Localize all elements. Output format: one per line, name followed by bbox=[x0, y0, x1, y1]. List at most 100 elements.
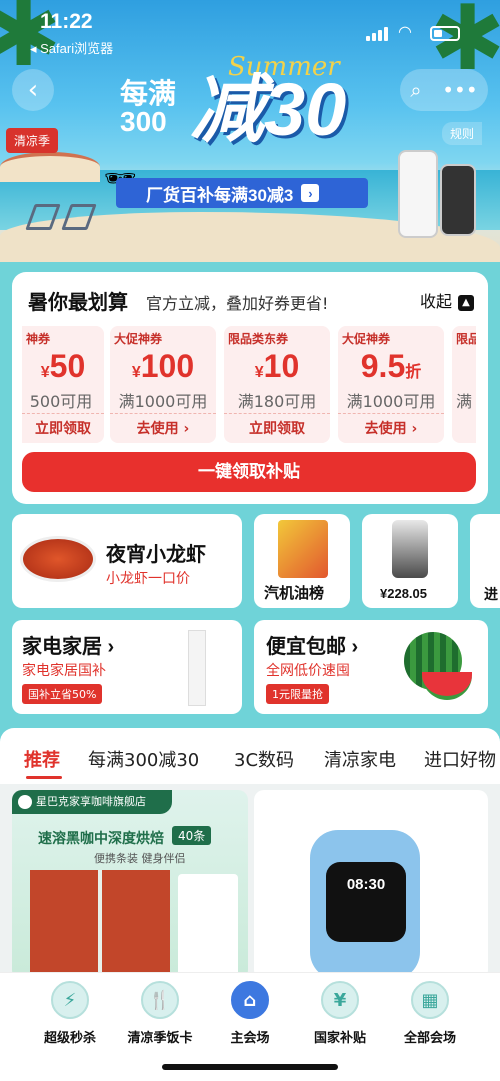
coupon-condition: 满 bbox=[456, 392, 473, 411]
cheap-shipping-card[interactable]: 便宜包邮 › 全网低价速囤 1元限量抢 bbox=[254, 620, 488, 714]
card-title: 夜宵小龙虾 bbox=[106, 544, 206, 566]
nav-actions: ⌕ ••• bbox=[400, 69, 488, 111]
coupon-card[interactable]: 限品 满 bbox=[452, 326, 476, 443]
nav-label: 国家补贴 bbox=[313, 1030, 366, 1045]
coupon-action-button[interactable]: 立即领取 bbox=[224, 413, 330, 443]
nav-main-venue[interactable]: ⌂ 主会场 bbox=[208, 981, 292, 1046]
battery-icon bbox=[430, 26, 460, 41]
starbucks-logo-icon bbox=[18, 795, 32, 809]
crayfish-card[interactable]: 夜宵小龙虾 小龙虾一口价 bbox=[12, 514, 242, 608]
air-conditioner-image bbox=[188, 630, 206, 706]
nav-label: 主会场 bbox=[230, 1030, 270, 1045]
coupon-action-button[interactable]: 去使用 › bbox=[110, 413, 216, 443]
tab-imported[interactable]: 进口好物 bbox=[424, 746, 496, 772]
coupon-tag: 限品 bbox=[456, 332, 476, 346]
claim-all-button[interactable]: 一键领取补贴 bbox=[22, 452, 476, 492]
coupon-tag: 大促神券 bbox=[342, 332, 391, 346]
more-card[interactable]: 进 bbox=[470, 514, 500, 608]
discount-badge: 1元限量抢 bbox=[266, 684, 329, 704]
product-feed: 星巴克家享咖啡旗舰店 速溶黑咖中深度烘焙 40条 便携条装 健身伴侣 08:30 bbox=[0, 784, 500, 984]
coupon-condition: 满180可用 bbox=[237, 392, 317, 411]
coupon-tag: 限品类东券 bbox=[228, 332, 289, 346]
beach-umbrella bbox=[0, 152, 100, 182]
product-image-charger bbox=[398, 150, 438, 238]
oil-image bbox=[278, 520, 328, 578]
nav-flash-sale[interactable]: ⚡ 超级秒杀 bbox=[28, 981, 112, 1046]
coupon-amount: 10 bbox=[263, 348, 300, 384]
tab-cool-appliances[interactable]: 清凉家电 bbox=[324, 746, 396, 772]
category-tabs: 推荐 每满300减30 3C数码 清凉家电 进口好物 bbox=[0, 728, 500, 784]
nav-meal-card[interactable]: 🍴 清凉季饭卡 bbox=[118, 981, 202, 1046]
coupon-action-button[interactable]: 立即领取 bbox=[22, 413, 104, 443]
product-subtitle: 便携条装 健身伴侣 bbox=[94, 852, 186, 865]
gift-image bbox=[178, 874, 238, 980]
tab-3c[interactable]: 3C数码 bbox=[234, 746, 294, 772]
tab-discount[interactable]: 每满300减30 bbox=[88, 746, 199, 772]
card-title: 便宜包邮 › bbox=[266, 636, 359, 658]
arrow-right-icon: › bbox=[301, 184, 320, 202]
coupon-card[interactable]: 神券 ¥50 500可用 立即领取 bbox=[22, 326, 104, 443]
tab-recommend[interactable]: 推荐 bbox=[24, 746, 60, 772]
status-time: 11:22 bbox=[40, 10, 93, 33]
promo-banner-label: 厂货百补每满30减3 bbox=[146, 185, 294, 205]
status-bar: 11:22 ◂ Safari浏览器 ◠ bbox=[0, 0, 500, 56]
coupon-amount: 100 bbox=[140, 348, 195, 384]
nav-national-subsidy[interactable]: ¥ 国家补贴 bbox=[298, 981, 382, 1046]
product-card-watch[interactable]: 08:30 bbox=[254, 790, 488, 980]
grid-icon: ▦ bbox=[411, 981, 449, 1019]
money-bag-icon: ¥ bbox=[321, 981, 359, 1019]
coupon-panel-title: 暑你最划算 bbox=[28, 292, 128, 314]
promo-banner-button[interactable]: 厂货百补每满30减3 › bbox=[116, 178, 368, 208]
blender-image bbox=[392, 520, 428, 578]
nav-label: 清凉季饭卡 bbox=[127, 1030, 193, 1045]
rules-button[interactable]: 规则 bbox=[441, 122, 482, 145]
blender-card[interactable]: ¥228.05 bbox=[362, 514, 458, 608]
back-button[interactable]: ‹ bbox=[12, 69, 54, 111]
coupon-action-button[interactable]: 去使用 › bbox=[338, 413, 444, 443]
nav-label: 全部会场 bbox=[403, 1030, 456, 1045]
coupon-card[interactable]: 大促神券 9.5折 满1000可用 去使用 › bbox=[338, 326, 444, 443]
crayfish-image bbox=[20, 536, 96, 582]
more-icon[interactable]: ••• bbox=[442, 78, 477, 102]
coupon-currency: ¥ bbox=[40, 364, 50, 381]
fork-knife-icon: 🍴 bbox=[141, 981, 179, 1019]
count-badge: 40条 bbox=[172, 826, 212, 845]
watch-screen: 08:30 bbox=[326, 862, 406, 942]
tab-indicator bbox=[26, 776, 62, 779]
coupon-unit: 折 bbox=[405, 364, 422, 381]
promo-prefix: 每满 300 bbox=[120, 78, 177, 137]
search-icon[interactable]: ⌕ bbox=[410, 78, 421, 102]
nav-label: 超级秒杀 bbox=[43, 1030, 96, 1045]
coupon-currency: ¥ bbox=[254, 364, 264, 381]
collapse-button[interactable]: 收起 ▲ bbox=[420, 288, 475, 312]
card-title: 进 bbox=[484, 586, 498, 602]
coupon-amount: 9.5 bbox=[360, 348, 406, 384]
signal-icon bbox=[366, 27, 390, 41]
coupon-tag: 神券 bbox=[26, 332, 51, 346]
nav-all-venues[interactable]: ▦ 全部会场 bbox=[388, 981, 472, 1046]
coffee-box-image bbox=[30, 870, 170, 980]
watermelon-slice-image bbox=[422, 672, 472, 700]
product-card-starbucks[interactable]: 星巴克家享咖啡旗舰店 速溶黑咖中深度烘焙 40条 便携条装 健身伴侣 bbox=[12, 790, 248, 980]
oil-ranking-card[interactable]: 汽机油榜 bbox=[254, 514, 350, 608]
coupon-list[interactable]: 神券 ¥50 500可用 立即领取 大促神券 ¥100 满1000可用 去使用 … bbox=[22, 326, 476, 443]
coupon-panel-subtitle: 官方立减，叠加好券更省! bbox=[146, 294, 329, 313]
home-indicator bbox=[162, 1064, 338, 1070]
season-tag[interactable]: 清凉季 bbox=[6, 128, 59, 153]
coupon-condition: 满1000可用 bbox=[346, 392, 436, 411]
hero-banner[interactable]: ✱ ✱ Summer 每满 300 减30 清凉季 规则 🕶 厂货百补每满30减… bbox=[0, 0, 500, 262]
collapse-label: 收起 bbox=[420, 292, 453, 311]
card-subtitle: 小龙虾一口价 bbox=[106, 571, 190, 587]
coupon-card[interactable]: 限品类东券 ¥10 满180可用 立即领取 bbox=[224, 326, 330, 443]
appliance-card[interactable]: 家电家居 › 家电家居国补 国补立省50% bbox=[12, 620, 242, 714]
watch-time: 08:30 bbox=[346, 876, 386, 893]
wifi-icon: ◠ bbox=[398, 22, 412, 41]
promo-main: 减30 bbox=[190, 68, 347, 151]
store-badge: 星巴克家享咖啡旗舰店 bbox=[12, 790, 172, 814]
back-to-app-link[interactable]: ◂ Safari浏览器 bbox=[30, 38, 113, 57]
coupon-card[interactable]: 大促神券 ¥100 满1000可用 去使用 › bbox=[110, 326, 216, 443]
chevron-up-icon: ▲ bbox=[458, 294, 475, 311]
card-title: 汽机油榜 bbox=[264, 585, 325, 602]
product-title: 速溶黑咖中深度烘焙 bbox=[38, 830, 164, 846]
card-subtitle: 家电家居国补 bbox=[22, 663, 106, 679]
